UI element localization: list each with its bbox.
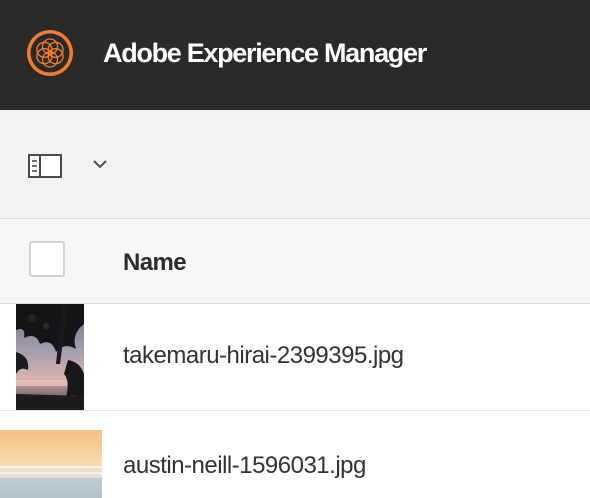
file-name[interactable]: austin-neill-1596031.jpg (123, 452, 366, 480)
thumbnail-image (0, 430, 102, 498)
rail-panel-icon (28, 154, 62, 178)
column-header-name[interactable]: Name (123, 249, 187, 277)
chevron-down-icon (93, 160, 107, 169)
select-all-checkbox[interactable] (29, 241, 65, 277)
file-name[interactable]: takemaru-hirai-2399395.jpg (123, 342, 404, 370)
rail-toggle-button[interactable] (22, 149, 114, 183)
list-item[interactable]: austin-neill-1596031.jpg (0, 411, 590, 498)
action-bar (0, 110, 590, 219)
aem-logo-icon[interactable] (26, 29, 74, 77)
app-title[interactable]: Adobe Experience Manager (103, 38, 427, 69)
aem-assets-window: Adobe Experience Manager Name takemaru-h… (0, 0, 590, 498)
list-column-header: Name (0, 219, 590, 304)
app-header: Adobe Experience Manager (0, 0, 590, 110)
list-item[interactable]: takemaru-hirai-2399395.jpg (0, 304, 590, 411)
thumbnail-image (16, 304, 84, 410)
